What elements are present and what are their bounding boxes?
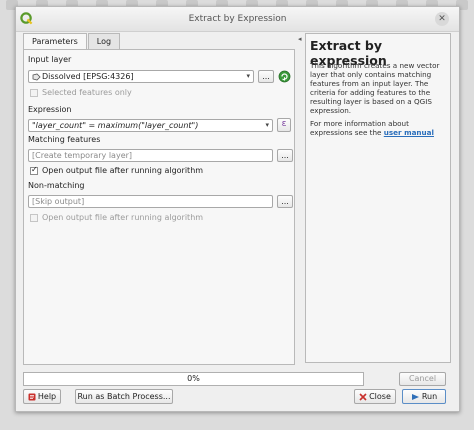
input-layer-combo[interactable]: Dissolved [EPSG:4326] ▾	[28, 70, 254, 83]
tab-log[interactable]: Log	[87, 33, 121, 50]
help-description: This algorithm creates a new vector laye…	[310, 61, 440, 115]
window-title: Extract by Expression	[188, 14, 287, 24]
splitter-handle[interactable]: ◂	[298, 35, 302, 365]
non-matching-placeholder: [Skip output]	[32, 197, 85, 206]
parameters-panel: Input layer Dissolved [EPSG:4326] ▾ ... …	[23, 49, 295, 365]
expression-builder-button[interactable]: ε	[277, 118, 291, 132]
matching-features-label: Matching features	[28, 135, 101, 144]
run-icon	[411, 393, 419, 400]
selected-features-label: Selected features only	[42, 88, 132, 97]
non-matching-field[interactable]: [Skip output]	[28, 195, 273, 208]
iterate-over-features-icon[interactable]	[278, 70, 291, 83]
progress-text: 0%	[187, 374, 200, 383]
run-batch-button[interactable]: Run as Batch Process...	[75, 389, 173, 404]
input-layer-value: Dissolved [EPSG:4326]	[42, 72, 134, 81]
close-button[interactable]: Close	[354, 389, 396, 404]
non-matching-open-output-checkbox[interactable]	[30, 214, 38, 222]
matching-features-placeholder: [Create temporary layer]	[32, 151, 133, 160]
matching-features-browse-button[interactable]: ...	[277, 149, 293, 162]
user-manual-link[interactable]: user manual	[384, 128, 434, 137]
cancel-button[interactable]: Cancel	[399, 372, 446, 386]
close-icon	[359, 392, 367, 401]
help-button-label: Help	[37, 392, 57, 401]
non-matching-label: Non-matching	[28, 181, 85, 190]
expression-value: "layer_count" = maximum("layer_count")	[32, 121, 199, 130]
chevron-down-icon: ▾	[265, 121, 269, 129]
selected-features-checkbox[interactable]	[30, 89, 38, 97]
matching-open-output-checkbox[interactable]	[30, 165, 38, 175]
window-close-icon[interactable]: ✕	[435, 12, 449, 26]
matching-features-field[interactable]: [Create temporary layer]	[28, 149, 273, 162]
polygon-layer-icon	[32, 73, 41, 81]
tab-bar: Parameters Log	[23, 33, 121, 51]
non-matching-browse-button[interactable]: ...	[277, 195, 293, 208]
help-more-info: For more information about expressions s…	[310, 119, 446, 137]
run-button-label: Run	[421, 392, 438, 401]
run-button[interactable]: Run	[402, 389, 446, 404]
expression-combo[interactable]: "layer_count" = maximum("layer_count") ▾	[28, 119, 273, 132]
matching-open-output-label: Open output file after running algorithm	[42, 166, 204, 175]
expression-label: Expression	[28, 105, 72, 114]
help-panel: Extract by expression This algorithm cre…	[305, 33, 451, 363]
chevron-down-icon: ▾	[246, 72, 250, 80]
progress-bar: 0%	[23, 372, 364, 386]
parameters-area: Parameters Log Input layer Dissolved [EP…	[23, 33, 303, 365]
help-icon	[28, 393, 36, 400]
close-button-label: Close	[369, 392, 391, 401]
non-matching-open-output-label: Open output file after running algorithm	[42, 213, 204, 222]
extract-by-expression-dialog: Extract by Expression ✕ Parameters Log I…	[15, 6, 460, 412]
input-layer-label: Input layer	[28, 55, 72, 64]
title-bar: Extract by Expression ✕	[16, 7, 459, 32]
help-button[interactable]: Help	[23, 389, 61, 404]
collapse-arrow-icon[interactable]: ◂	[298, 35, 302, 43]
input-layer-browse-button[interactable]: ...	[258, 70, 274, 83]
